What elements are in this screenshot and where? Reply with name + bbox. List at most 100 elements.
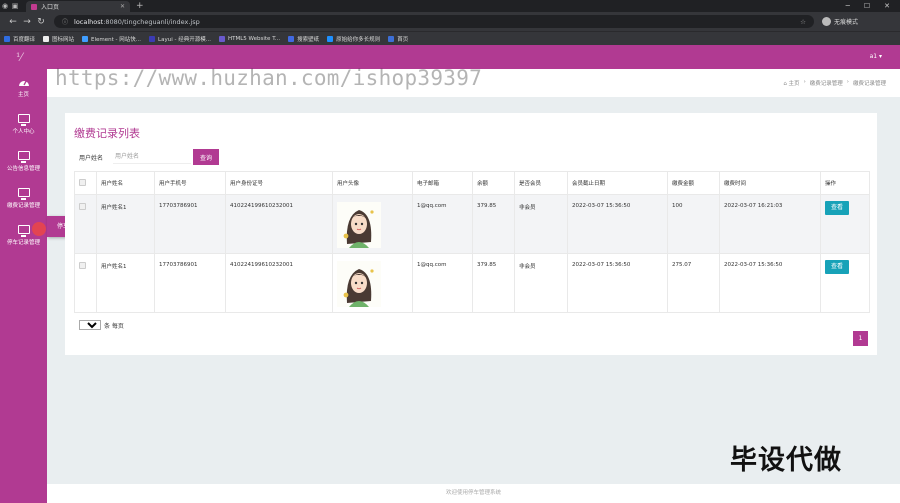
address-bar[interactable]: ⓘ localhost :8080/tingcheguanli/index.js…: [54, 15, 814, 28]
cell-name: 用户姓名1: [96, 194, 155, 254]
tab-close-icon[interactable]: ✕: [120, 3, 125, 10]
sidebar-item-label: 主页: [17, 92, 29, 98]
monitor-icon: [17, 151, 30, 163]
table-row[interactable]: 用户姓名1 17703786901 410224199610232001 1@q…: [74, 253, 870, 313]
cell-avatar: [332, 253, 413, 313]
new-tab-button[interactable]: +: [136, 1, 144, 11]
url-host: localhost: [74, 17, 104, 26]
bookmarks-bar: 百度翻译 图标网站 Element - 网站快... Layui - 经典开源模…: [0, 31, 900, 45]
bookmark-favicon-icon: [43, 35, 50, 42]
row-checkbox[interactable]: [79, 262, 86, 269]
cell-amount: 100: [667, 194, 720, 254]
user-avatar-image: [337, 261, 381, 307]
back-icon[interactable]: ←: [6, 17, 20, 27]
sidebar-item-label: 缴费记录管理: [6, 203, 40, 209]
cell-actions: 查看: [820, 253, 870, 313]
table-header-row: 用户姓名 用户手机号 用户身份证号 用户头像 电子邮箱 余额 是否会员 会员截止…: [74, 171, 870, 195]
column-header: 缴费金额: [667, 171, 720, 195]
bookmark-item[interactable]: 百度翻译: [4, 35, 35, 43]
column-header: 会员截止日期: [567, 171, 668, 195]
column-header: 缴费时间: [719, 171, 821, 195]
tab-favicon-icon: [31, 3, 37, 10]
cell-balance: 379.85: [472, 253, 515, 313]
cell-email: 1@qq.com: [412, 253, 473, 313]
sidebar-item-announcements[interactable]: 公告信息管理: [0, 143, 47, 180]
cell-email: 1@qq.com: [412, 194, 473, 254]
bookmark-item[interactable]: HTML5 Website T...: [218, 35, 280, 42]
info-icon[interactable]: ⓘ: [62, 17, 68, 26]
bookmark-favicon-icon: [82, 35, 89, 42]
row-select-cell: [74, 253, 97, 313]
search-input[interactable]: [113, 150, 191, 164]
column-header: 电子邮箱: [412, 171, 473, 195]
breadcrumb-home[interactable]: ⌂ 主页: [783, 79, 799, 87]
payment-records-table: 用户姓名 用户手机号 用户身份证号 用户头像 电子邮箱 余额 是否会员 会员截止…: [74, 171, 870, 313]
cell-member-end: 2022-03-07 15:36:50: [567, 253, 668, 313]
minimize-icon[interactable]: ─: [846, 2, 850, 10]
cell-idcard: 410224199610232001: [225, 253, 333, 313]
search-form: 用户姓名 查询: [79, 149, 219, 165]
page-size-select[interactable]: 10: [79, 320, 101, 330]
sidebar-item-home[interactable]: 主页: [0, 69, 47, 106]
monitor-icon: [17, 188, 30, 200]
sidebar-item-label: 停车记录管理: [6, 240, 40, 246]
table-row[interactable]: 用户姓名1 17703786901 410224199610232001 1@q…: [74, 194, 870, 254]
bookmark-favicon-icon: [388, 35, 395, 42]
incognito-profile[interactable]: 无痕模式: [822, 17, 858, 26]
cell-phone: 17703786901: [154, 253, 226, 313]
cell-paid-time: 2022-03-07 16:21:03: [719, 194, 821, 254]
select-all-checkbox[interactable]: [79, 178, 86, 186]
bookmark-item[interactable]: 首页: [388, 35, 408, 43]
view-button[interactable]: 查看: [825, 201, 849, 215]
maximize-icon[interactable]: ☐: [864, 2, 870, 10]
close-window-icon[interactable]: ✕: [884, 2, 890, 10]
breadcrumb-item[interactable]: 缴费记录管理: [810, 79, 843, 87]
reload-icon[interactable]: ↻: [34, 17, 48, 27]
cell-phone: 17703786901: [154, 194, 226, 254]
column-header: 余额: [472, 171, 515, 195]
select-all-cell: [74, 171, 97, 195]
bookmark-item[interactable]: 图标网站: [43, 35, 74, 43]
browser-tab-strip: ◉ ▣ 入口页 ✕ + ─ ☐ ✕: [0, 0, 900, 12]
row-select-cell: [74, 194, 97, 254]
sidebar: 主页 个人中心 公告信息管理 缴费记录管理 停车记录管理: [0, 69, 47, 503]
page-size-label: 条 每页: [104, 322, 124, 330]
monitor-icon: [17, 114, 30, 126]
incognito-icon: [822, 17, 831, 26]
browser-toolbar: ← → ↻ ⓘ localhost :8080/tingcheguanli/in…: [0, 12, 900, 31]
bookmark-item[interactable]: Layui - 经典开源模...: [149, 35, 211, 43]
forward-icon[interactable]: →: [20, 17, 34, 27]
bookmark-favicon-icon: [4, 35, 10, 42]
bookmark-favicon-icon: [327, 35, 334, 42]
bookmark-item[interactable]: 原始给你多长规则: [327, 35, 380, 43]
cell-actions: 查看: [820, 194, 870, 254]
browser-menu-icon[interactable]: ◉: [0, 0, 10, 12]
page-footer: 欢迎使用停车管理系统: [47, 484, 900, 503]
sidebar-item-label: 个人中心: [12, 129, 35, 135]
search-button[interactable]: 查询: [193, 149, 219, 165]
cell-member: 非会员: [514, 253, 568, 313]
sidebar-item-label: 公告信息管理: [6, 166, 40, 172]
column-header: 用户手机号: [154, 171, 226, 195]
column-header: 用户身份证号: [225, 171, 333, 195]
view-button[interactable]: 查看: [825, 260, 849, 274]
pagination-page-button[interactable]: 1: [853, 331, 868, 346]
content-card: 缴费记录列表 用户姓名 查询 用户姓名 用户手机号 用户身份证号 用户头像 电子…: [65, 113, 877, 355]
bookmark-favicon-icon: [149, 35, 156, 42]
bookmark-item[interactable]: 搜索壁纸: [288, 35, 319, 43]
sidebar-item-payments[interactable]: 缴费记录管理: [0, 180, 47, 217]
cell-balance: 379.85: [472, 194, 515, 254]
browser-tab[interactable]: 入口页 ✕: [26, 1, 130, 12]
window-controls: ─ ☐ ✕: [846, 2, 900, 10]
cell-idcard: 410224199610232001: [225, 194, 333, 254]
cell-member-end: 2022-03-07 15:36:50: [567, 194, 668, 254]
bookmark-item[interactable]: Element - 网站快...: [82, 35, 141, 43]
bookmark-star-icon[interactable]: ☆: [800, 18, 806, 26]
row-checkbox[interactable]: [79, 203, 86, 210]
cell-member: 非会员: [514, 194, 568, 254]
user-menu[interactable]: a1 ▾: [870, 53, 882, 60]
column-header: 操作: [820, 171, 870, 195]
cell-avatar: [332, 194, 413, 254]
sidebar-item-profile[interactable]: 个人中心: [0, 106, 47, 143]
tab-group-icon[interactable]: ▣: [10, 0, 20, 12]
